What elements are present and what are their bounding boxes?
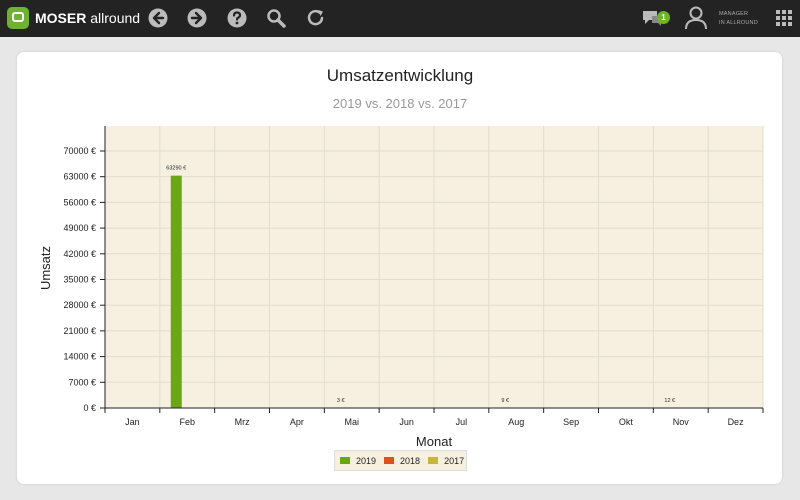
legend-swatch — [428, 457, 439, 464]
data-label: 12 € — [664, 398, 675, 404]
x-tick-label: Feb — [179, 417, 195, 427]
y-tick-label: 21000 € — [63, 326, 96, 336]
chart-legend: 2019 2018 2017 — [334, 450, 467, 471]
data-label: 63290 € — [166, 166, 186, 172]
y-tick-label: 49000 € — [63, 223, 96, 233]
x-tick-label: Nov — [673, 417, 690, 427]
sales-chart: 63290 € 3 € 9 € 12 € 0 € 7000 € 14000 € 21000 … — [38, 126, 764, 449]
x-tick-label: Jan — [125, 417, 140, 427]
y-tick-label: 28000 € — [63, 300, 96, 310]
x-tick-label: Jun — [399, 417, 414, 427]
legend-swatch — [384, 457, 395, 464]
legend-label: 2018 — [400, 455, 421, 466]
x-tick-label: Jul — [456, 417, 468, 427]
data-label: 3 € — [337, 398, 345, 404]
legend-item-2019[interactable]: 2019 — [340, 456, 376, 466]
legend-label: 2019 — [356, 455, 377, 466]
x-tick-label: Aug — [508, 417, 524, 427]
bar-2019-Feb[interactable] — [170, 175, 182, 408]
y-tick-label: 56000 € — [63, 197, 96, 207]
y-tick-label: 42000 € — [63, 249, 96, 259]
x-tick-label: Apr — [290, 417, 304, 427]
legend-item-2017[interactable]: 2017 — [428, 456, 464, 466]
y-tick-label: 35000 € — [63, 275, 96, 285]
y-tick-label: 7000 € — [68, 377, 96, 387]
x-tick-label: Mrz — [235, 417, 250, 427]
x-tick-label: Sep — [563, 417, 579, 427]
data-label: 9 € — [501, 398, 509, 404]
x-tick-label: Okt — [619, 417, 634, 427]
y-axis-title: Umsatz — [38, 246, 53, 290]
legend-swatch — [340, 457, 350, 464]
legend-item-2018[interactable]: 2018 — [384, 456, 420, 466]
y-tick-label: 14000 € — [63, 352, 96, 362]
y-tick-label: 0 € — [83, 403, 96, 413]
x-tick-label: Mai — [344, 417, 359, 427]
x-axis-title: Monat — [416, 434, 453, 449]
x-tick-label: Dez — [728, 417, 745, 427]
y-tick-label: 70000 € — [63, 146, 96, 156]
y-tick-label: 63000 € — [63, 172, 96, 182]
legend-label: 2017 — [444, 455, 465, 466]
